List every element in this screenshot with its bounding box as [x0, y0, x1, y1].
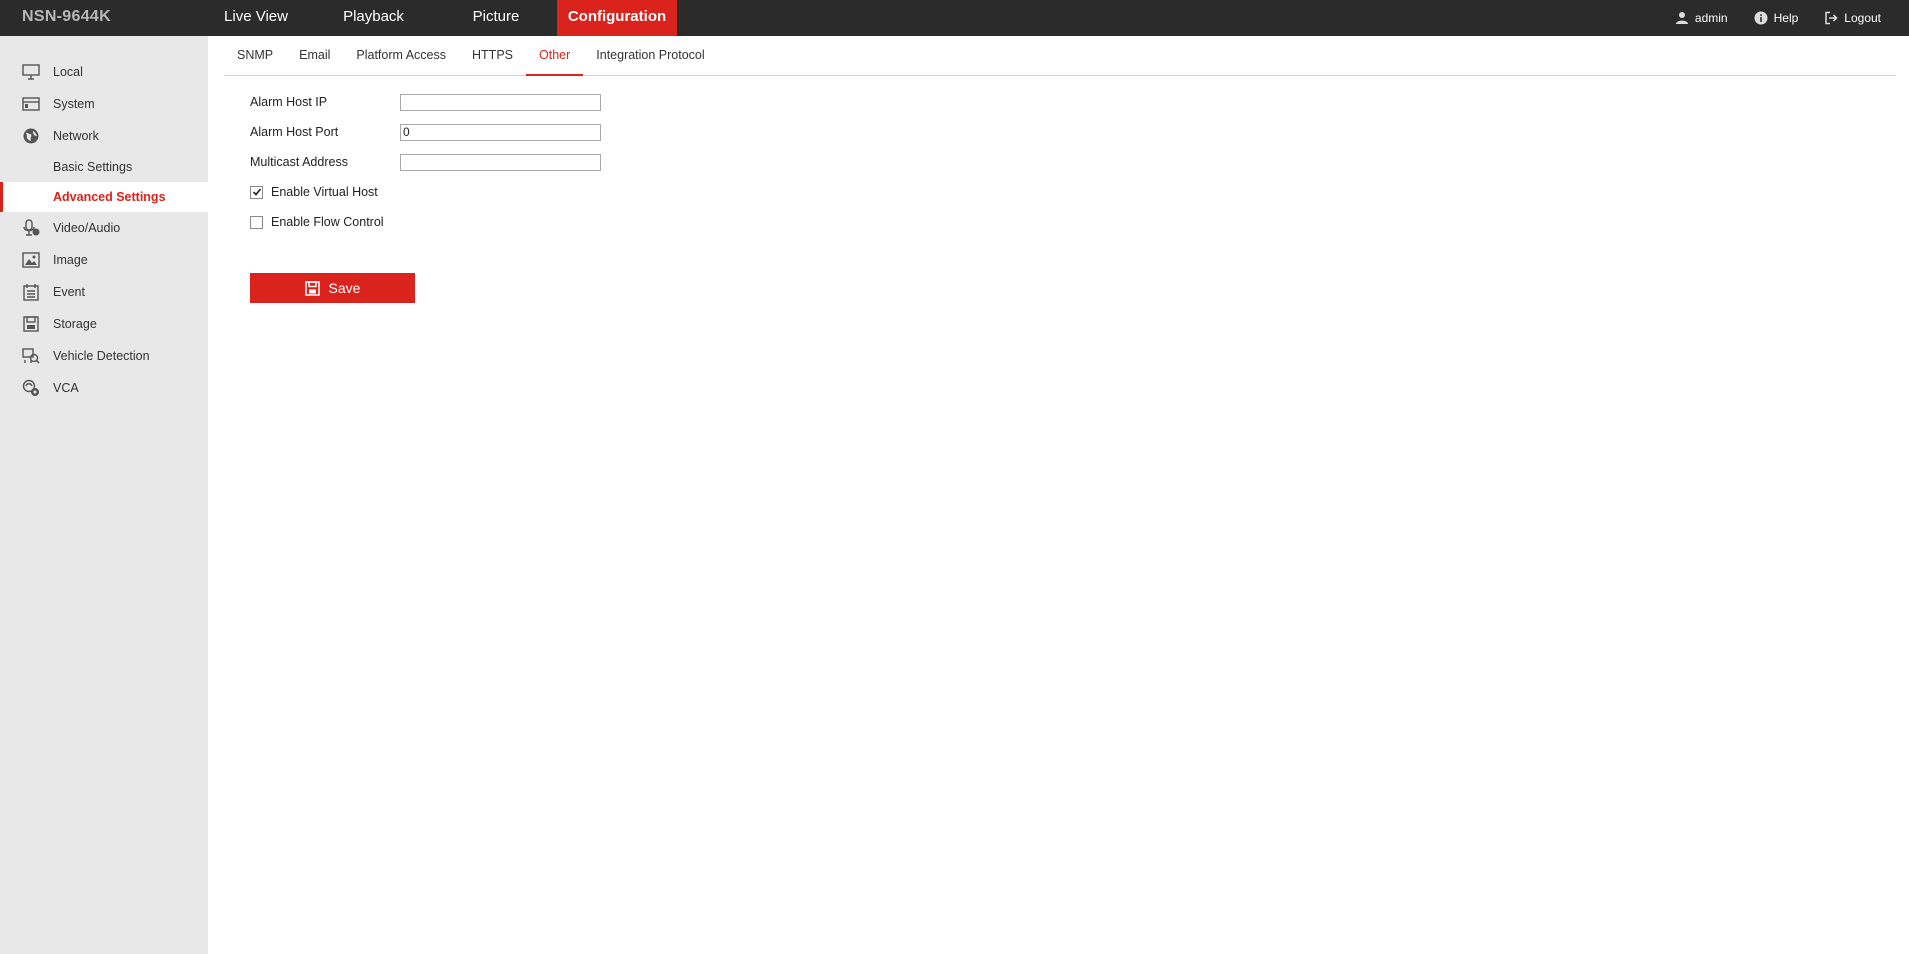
enable-flow-control-checkbox[interactable]: Enable Flow Control: [250, 207, 1896, 237]
tab-other[interactable]: Other: [526, 35, 584, 76]
save-button-label: Save: [328, 280, 361, 296]
image-icon: [22, 251, 40, 269]
system-window-icon: [22, 95, 40, 113]
logout-label: Logout: [1844, 11, 1881, 25]
vca-icon: [22, 379, 40, 397]
checkbox-box[interactable]: [250, 185, 263, 199]
logout-link[interactable]: Logout: [1824, 11, 1881, 25]
microphone-icon: [22, 219, 40, 237]
sidebar-item-label: VCA: [53, 381, 79, 395]
sidebar-item-label: Image: [53, 253, 88, 267]
sidebar-item-advanced-settings[interactable]: Advanced Settings: [0, 182, 208, 212]
enable-virtual-host-checkbox[interactable]: Enable Virtual Host: [250, 177, 1896, 207]
sidebar-item-vehicle-detection[interactable]: Vehicle Detection: [0, 340, 208, 372]
nav-configuration[interactable]: Configuration: [557, 0, 677, 36]
floppy-disk-icon: [304, 280, 320, 296]
sidebar-item-storage[interactable]: Storage: [0, 308, 208, 340]
tab-email[interactable]: Email: [286, 35, 343, 75]
user-menu: admin Help Logout: [1649, 0, 1881, 36]
sidebar-item-image[interactable]: Image: [0, 244, 208, 276]
tab-snmp[interactable]: SNMP: [224, 35, 286, 75]
main-nav: Live View Playback Picture Configuration: [200, 0, 677, 36]
alarm-host-ip-row: Alarm Host IP: [250, 87, 1896, 117]
tab-platform-access[interactable]: Platform Access: [343, 35, 459, 75]
storage-icon: [22, 315, 40, 333]
multicast-address-label: Multicast Address: [250, 155, 348, 169]
enable-virtual-host-label: Enable Virtual Host: [271, 185, 378, 199]
save-button[interactable]: Save: [250, 273, 415, 303]
other-settings-form: Alarm Host IP Alarm Host Port Multicast …: [224, 76, 1896, 303]
sidebar-item-vca[interactable]: VCA: [0, 372, 208, 404]
sidebar-item-label: Event: [53, 285, 85, 299]
checkbox-box[interactable]: [250, 215, 263, 229]
help-label: Help: [1773, 11, 1799, 25]
content-area: SNMP Email Platform Access HTTPS Other I…: [224, 36, 1896, 303]
nav-picture[interactable]: Picture: [435, 0, 557, 36]
logout-icon: [1825, 11, 1838, 25]
alarm-host-ip-input[interactable]: [400, 93, 601, 111]
sidebar-item-network[interactable]: Network: [0, 120, 208, 152]
sidebar-item-label: Vehicle Detection: [53, 349, 150, 363]
tab-integration-protocol[interactable]: Integration Protocol: [583, 35, 717, 75]
check-mark-icon: [252, 188, 261, 196]
multicast-address-input[interactable]: [400, 153, 601, 171]
alarm-host-port-row: Alarm Host Port: [250, 117, 1896, 147]
user-icon: [1675, 12, 1688, 24]
sidebar-item-label: Network: [53, 129, 99, 143]
nav-playback[interactable]: Playback: [312, 0, 435, 36]
enable-flow-control-label: Enable Flow Control: [271, 215, 384, 229]
globe-icon: [22, 127, 40, 145]
sidebar: Local System Network Basic Settings Adva…: [0, 36, 208, 954]
user-account[interactable]: admin: [1675, 11, 1728, 25]
sidebar-item-label: Storage: [53, 317, 97, 331]
sidebar-item-label: Video/Audio: [53, 221, 121, 235]
sidebar-item-label: Local: [53, 65, 83, 79]
calendar-icon: [22, 283, 40, 301]
user-name: admin: [1694, 11, 1728, 25]
tab-https[interactable]: HTTPS: [459, 35, 526, 75]
settings-tabs: SNMP Email Platform Access HTTPS Other I…: [224, 36, 1896, 76]
sidebar-item-local[interactable]: Local: [0, 56, 208, 88]
help-icon: [1754, 11, 1768, 25]
sidebar-item-basic-settings[interactable]: Basic Settings: [0, 152, 208, 182]
sidebar-item-event[interactable]: Event: [0, 276, 208, 308]
multicast-address-row: Multicast Address: [250, 147, 1896, 177]
alarm-host-port-input[interactable]: [400, 123, 601, 141]
sidebar-item-label: System: [53, 97, 95, 111]
monitor-icon: [22, 63, 40, 81]
sidebar-item-system[interactable]: System: [0, 88, 208, 120]
sidebar-item-video-audio[interactable]: Video/Audio: [0, 212, 208, 244]
vehicle-search-icon: [22, 347, 40, 365]
alarm-host-port-label: Alarm Host Port: [250, 125, 339, 139]
alarm-host-ip-label: Alarm Host IP: [250, 95, 328, 109]
top-bar: NSN-9644K Live View Playback Picture Con…: [0, 0, 1909, 36]
nav-live-view[interactable]: Live View: [200, 0, 312, 36]
help-link[interactable]: Help: [1754, 11, 1799, 25]
device-model-title: NSN-9644K: [22, 8, 111, 25]
